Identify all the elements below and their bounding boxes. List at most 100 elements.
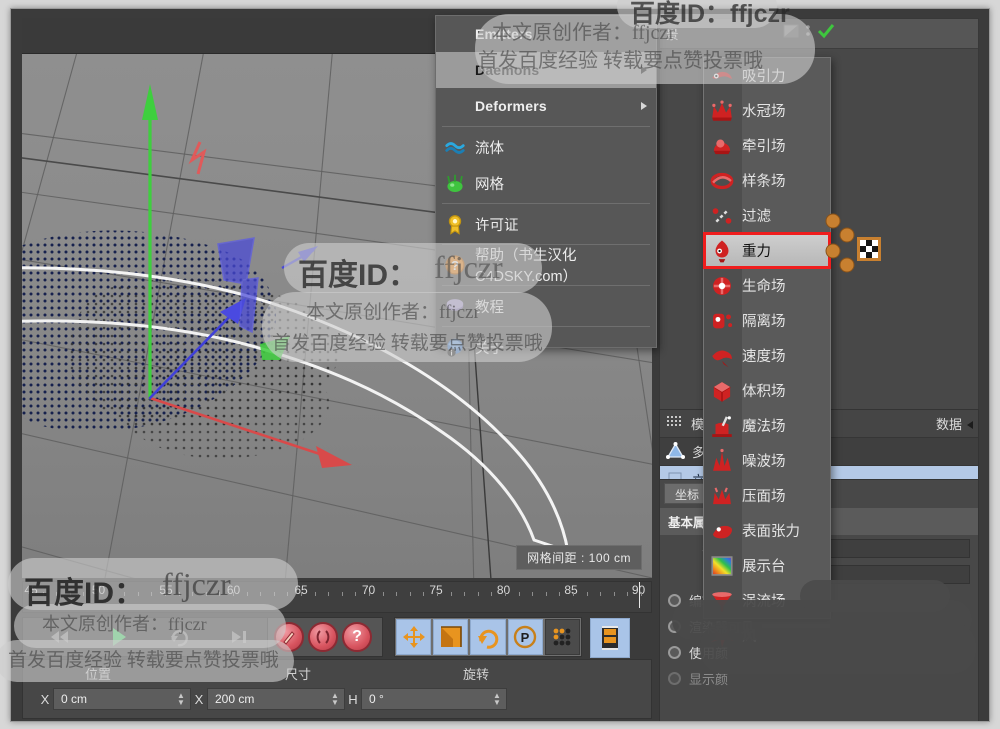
menu-item-label: 许可证 (475, 217, 519, 234)
submenu-item-隔离场[interactable]: 隔离场 (704, 303, 830, 338)
record-keyframe-button[interactable] (274, 622, 304, 652)
layout-tool-button[interactable] (590, 618, 630, 658)
radio-icon-display-color[interactable] (668, 671, 681, 685)
timeline-minor-tick (97, 592, 98, 596)
play-button[interactable] (106, 625, 132, 649)
submenu-item-牵引场[interactable]: 牵引场 (704, 128, 830, 163)
submenu-item-体积场[interactable]: 体积场 (704, 373, 830, 408)
timeline-playhead[interactable] (638, 582, 640, 608)
scale-tool-button[interactable] (433, 619, 469, 655)
right-panel-topbar[interactable]: 景 (660, 19, 978, 49)
submenu-item-水冠场[interactable]: 水冠场 (704, 93, 830, 128)
submenu-item-吸引力[interactable]: 吸引力 (704, 58, 830, 93)
menu-item-流体[interactable]: 流体 (436, 129, 656, 165)
timeline-minor-tick (110, 592, 112, 596)
timeline-minor-tick (505, 592, 506, 596)
timeline-minor-tick (396, 592, 398, 596)
about-icon: i (444, 336, 466, 358)
menu-item-Daemons[interactable]: Daemons (436, 52, 656, 88)
go-to-end-button[interactable] (227, 625, 253, 649)
autokey-button[interactable] (308, 622, 338, 652)
menu-item-label: 帮助（书生汉化C4DSKY.com） (475, 248, 578, 285)
menu-separator (442, 126, 650, 127)
coord-header-size: 尺寸 (285, 667, 312, 682)
tool-palette[interactable]: P (394, 617, 582, 657)
timeline-ruler[interactable]: 45505560657075808590 (23, 582, 651, 608)
mesh-icon (444, 172, 466, 194)
coord-header-position: 位置 (85, 667, 112, 682)
submenu-item-过滤[interactable]: 过滤 (704, 198, 830, 233)
menu-item-Deformers[interactable]: Deformers (436, 88, 656, 124)
coordinates-row[interactable]: X 0 cm ▲ ▼ X 200 cm ▲ ▼ H 0 ° ▲ ▼ (23, 686, 651, 712)
tutorial-icon (444, 295, 466, 317)
menu-item-教程[interactable]: 教程 (436, 288, 656, 324)
noise-icon (708, 447, 736, 475)
coord-input-rotation-h[interactable]: 0 ° ▲ ▼ (361, 688, 507, 710)
menu-item-label: 网格 (475, 176, 504, 193)
timeline-minor-tick (246, 592, 248, 596)
timeline-minor-tick (301, 592, 302, 596)
timeline-minor-tick (518, 592, 520, 596)
submenu-item-压面场[interactable]: 压面场 (704, 478, 830, 513)
submenu-item-速度场[interactable]: 速度场 (704, 338, 830, 373)
plugins-dropdown-menu[interactable]: Emitters Daemons Deformers 流体 网格 许可证? 帮助（书生汉化C… (435, 15, 657, 357)
timeline-tick-45: 45 (24, 583, 38, 597)
go-to-start-button[interactable] (46, 625, 72, 649)
timeline-minor-tick (260, 592, 262, 596)
submenu-item-噪波场[interactable]: 噪波场 (704, 443, 830, 478)
coord-value-1: 200 cm (215, 692, 255, 706)
coord-axis-label-0: X (40, 691, 50, 707)
timeline-minor-tick (314, 592, 316, 596)
chevron-right-icon (641, 102, 647, 110)
check-icon[interactable] (817, 23, 835, 44)
submenu-item-样条场[interactable]: 样条场 (704, 163, 830, 198)
parametric-tool-button[interactable]: P (507, 619, 543, 655)
menu-item-Emitters[interactable]: Emitters (436, 16, 656, 52)
submenu-item-魔法场[interactable]: 魔法场 (704, 408, 830, 443)
license-icon (444, 213, 466, 235)
magic-icon (708, 412, 736, 440)
submenu-item-表面张力[interactable]: 表面张力 (704, 513, 830, 548)
radio-icon-use-color[interactable] (668, 645, 681, 659)
timeline-minor-tick (355, 592, 357, 596)
timeline-minor-tick (233, 592, 234, 596)
menu-item-帮助书生汉化C4DSKYco[interactable]: ? 帮助（书生汉化C4DSKY.com） (436, 247, 656, 285)
snap-grid-button[interactable] (544, 619, 581, 655)
daemons-submenu[interactable]: 吸引力 水冠场 牵引场 样条场 过滤 重力 生命场 隔离场 速度场 体积场 魔法场 噪波场 压面场 表面张… (703, 57, 831, 647)
help-icon: ? (444, 254, 466, 276)
coord-spinner-1-icon[interactable]: ▲ ▼ (331, 692, 339, 707)
transport-controls[interactable] (22, 617, 277, 657)
half-square-icon[interactable] (783, 23, 799, 44)
keyframe-help-button[interactable]: ? (342, 622, 372, 652)
loop-button[interactable] (167, 625, 193, 649)
record-controls[interactable]: ? (267, 617, 383, 657)
timeline-minor-tick (219, 592, 221, 596)
checker-swatch-icon[interactable] (857, 237, 881, 261)
submenu-item-生命场[interactable]: 生命场 (704, 268, 830, 303)
menu-item-label: 关于 (475, 340, 504, 357)
menu-item-关于[interactable]: i 关于 (436, 329, 656, 365)
menu-separator (442, 203, 650, 204)
timeline-minor-tick (437, 592, 438, 596)
coord-spinner-0-icon[interactable]: ▲ ▼ (177, 692, 185, 707)
coord-input-position-x[interactable]: 0 cm ▲ ▼ (53, 688, 191, 710)
submenu-item-重力[interactable]: 重力 (703, 232, 831, 269)
none (444, 23, 466, 45)
dots-icon[interactable] (805, 23, 811, 44)
timeline-minor-tick (423, 592, 425, 596)
coordinates-panel[interactable]: 位置 尺寸 旋转 X 0 cm ▲ ▼ X 200 cm ▲ ▼ H 0 ° ▲… (22, 659, 652, 719)
play-icon (112, 628, 126, 646)
stage-icon (708, 552, 736, 580)
pressure-icon (708, 482, 736, 510)
timeline-minor-tick (29, 592, 30, 596)
coord-spinner-2-icon[interactable]: ▲ ▼ (493, 692, 501, 707)
menu-item-网格[interactable]: 网格 (436, 165, 656, 201)
coord-input-size-x[interactable]: 200 cm ▲ ▼ (207, 688, 345, 710)
chevron-left-icon[interactable] (967, 421, 973, 429)
move-tool-button[interactable] (396, 619, 432, 655)
object-manager-header-right: 数据 (935, 417, 962, 432)
submenu-item-展示台[interactable]: 展示台 (704, 548, 830, 583)
menu-item-许可证[interactable]: 许可证 (436, 206, 656, 242)
timeline[interactable]: 45505560657075808590 (22, 581, 652, 613)
rotate-tool-button[interactable] (470, 619, 506, 655)
